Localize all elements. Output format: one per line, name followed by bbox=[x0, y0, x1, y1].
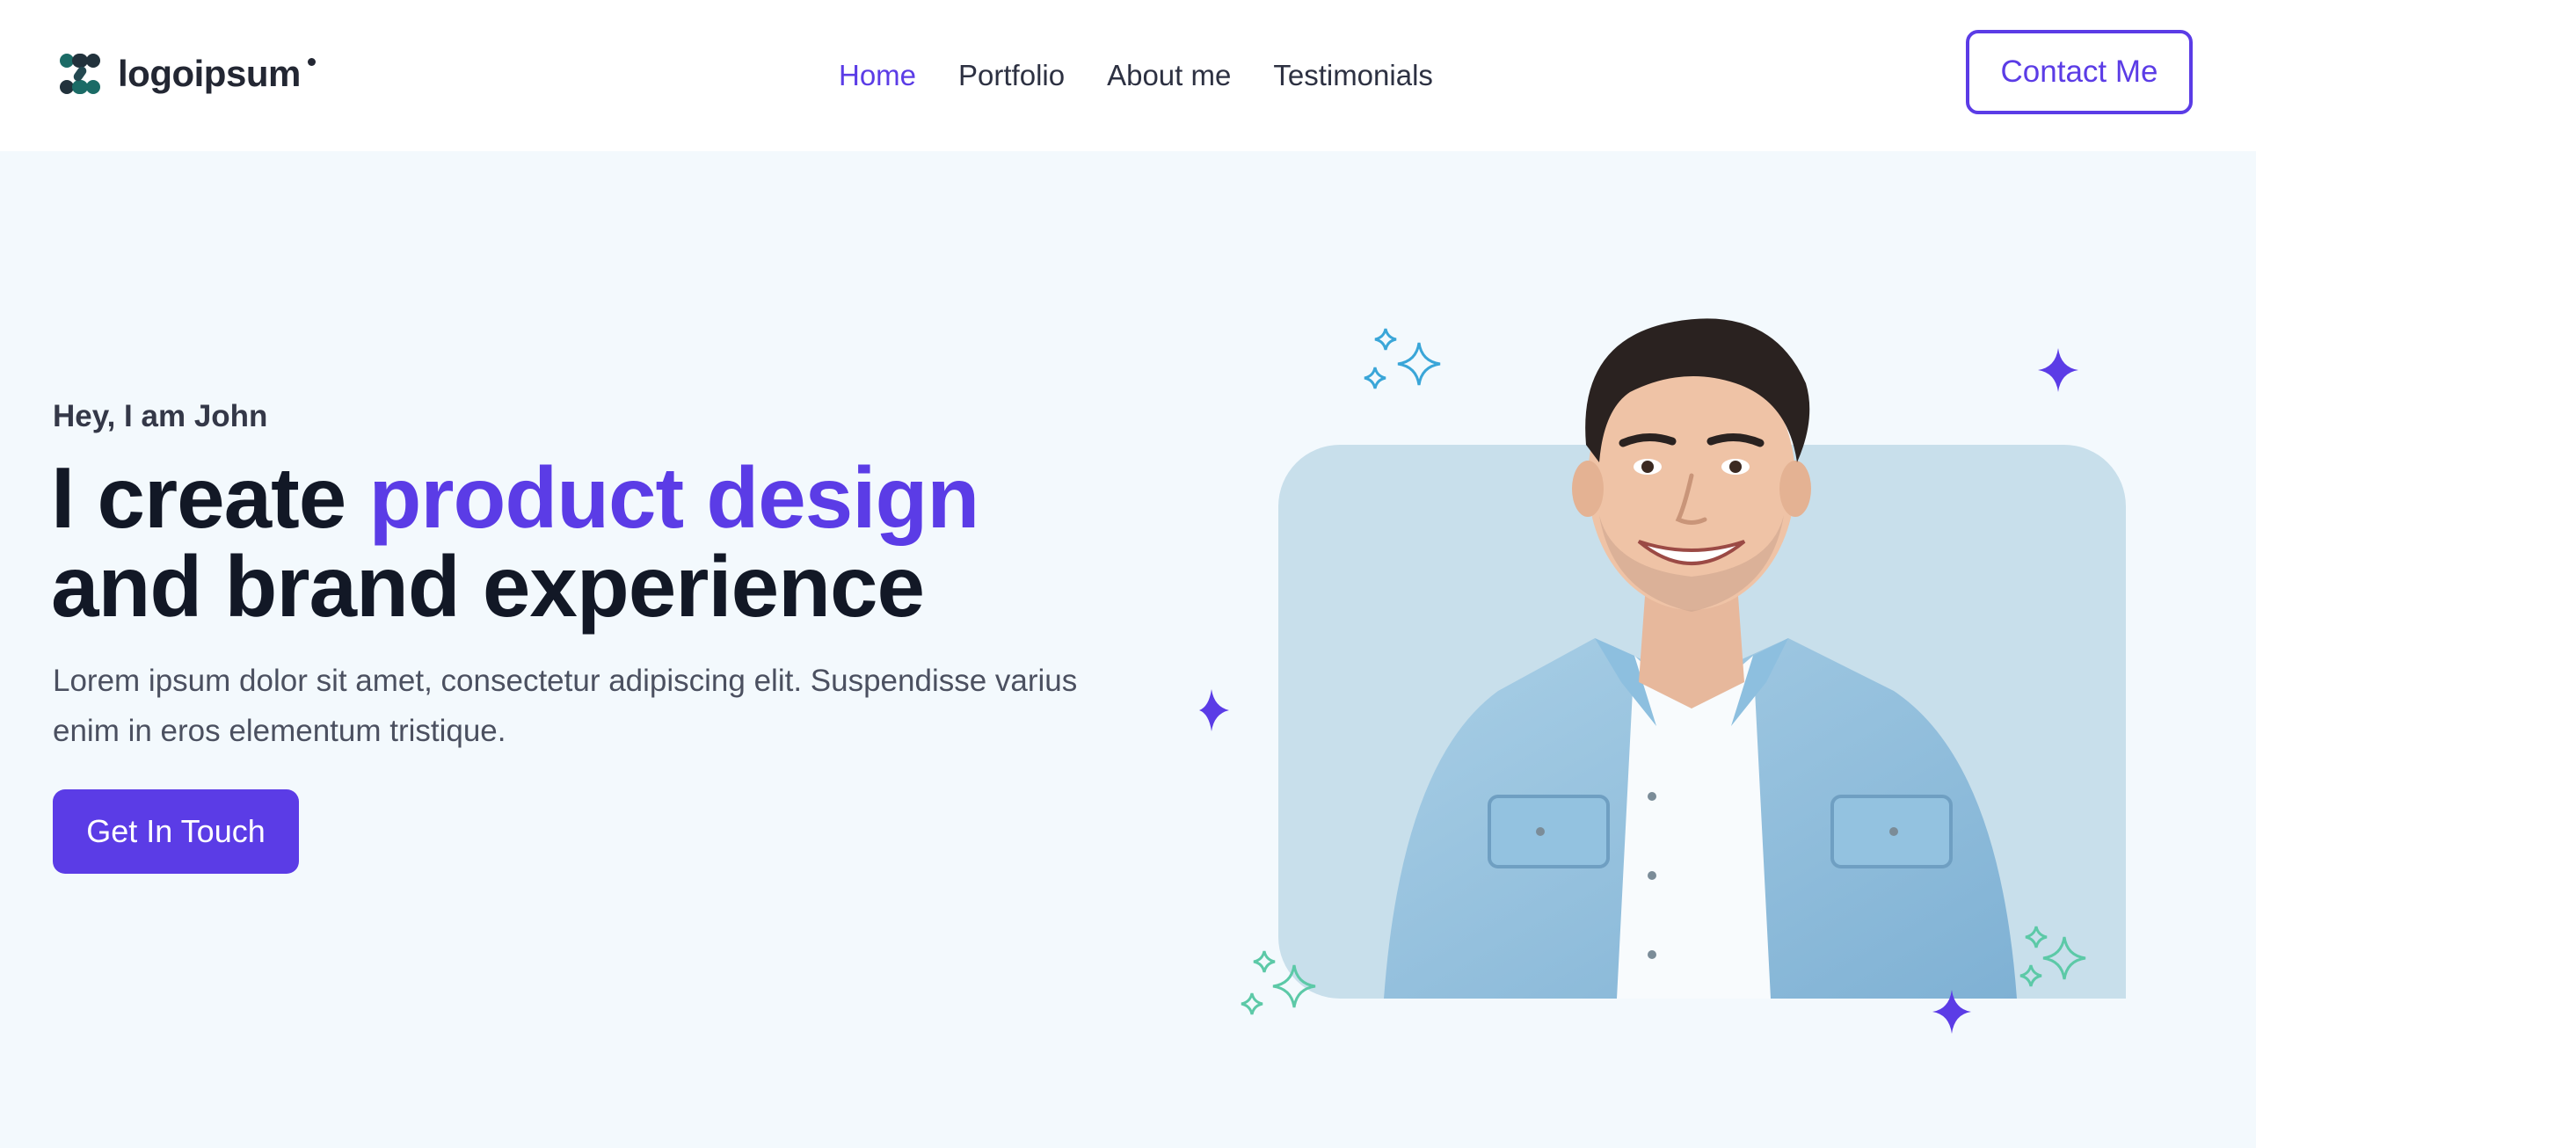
hero-greeting: Hey, I am John bbox=[53, 399, 268, 433]
nav-item-testimonials[interactable]: Testimonials bbox=[1273, 59, 1433, 92]
contact-me-button[interactable]: Contact Me bbox=[1966, 30, 2193, 114]
hero-section: Hey, I am John I create product design a… bbox=[0, 151, 2256, 1148]
landing-page: logoipsum Home Portfolio About me Testim… bbox=[0, 0, 2256, 1148]
site-header: logoipsum Home Portfolio About me Testim… bbox=[0, 0, 2256, 151]
nav-item-about-me[interactable]: About me bbox=[1107, 59, 1231, 92]
hero-description: Lorem ipsum dolor sit amet, consectetur … bbox=[53, 664, 1078, 748]
sparkle-icon bbox=[1241, 950, 1316, 1015]
headline-part-1: I create bbox=[51, 449, 369, 546]
nav-item-portfolio[interactable]: Portfolio bbox=[958, 59, 1065, 92]
nav-item-home[interactable]: Home bbox=[839, 59, 916, 92]
sparkle-icon bbox=[1932, 990, 1971, 1034]
logo-icon bbox=[60, 54, 100, 94]
sparkle-icon bbox=[1199, 689, 1229, 731]
headline-accent: product design bbox=[368, 449, 979, 546]
main-nav: Home Portfolio About me Testimonials bbox=[839, 54, 1475, 97]
sparkle-icon bbox=[1364, 328, 1441, 389]
logo[interactable]: logoipsum bbox=[53, 46, 319, 102]
headline-part-2: and brand experience bbox=[51, 538, 925, 635]
sparkle-icon bbox=[2019, 926, 2086, 987]
sparkle-icon bbox=[2038, 348, 2078, 392]
logo-text: logoipsum bbox=[118, 53, 301, 94]
hero-headline: I create product design and brand experi… bbox=[51, 454, 979, 631]
logo-registered-dot bbox=[307, 57, 316, 66]
get-in-touch-button[interactable]: Get In Touch bbox=[53, 789, 299, 874]
